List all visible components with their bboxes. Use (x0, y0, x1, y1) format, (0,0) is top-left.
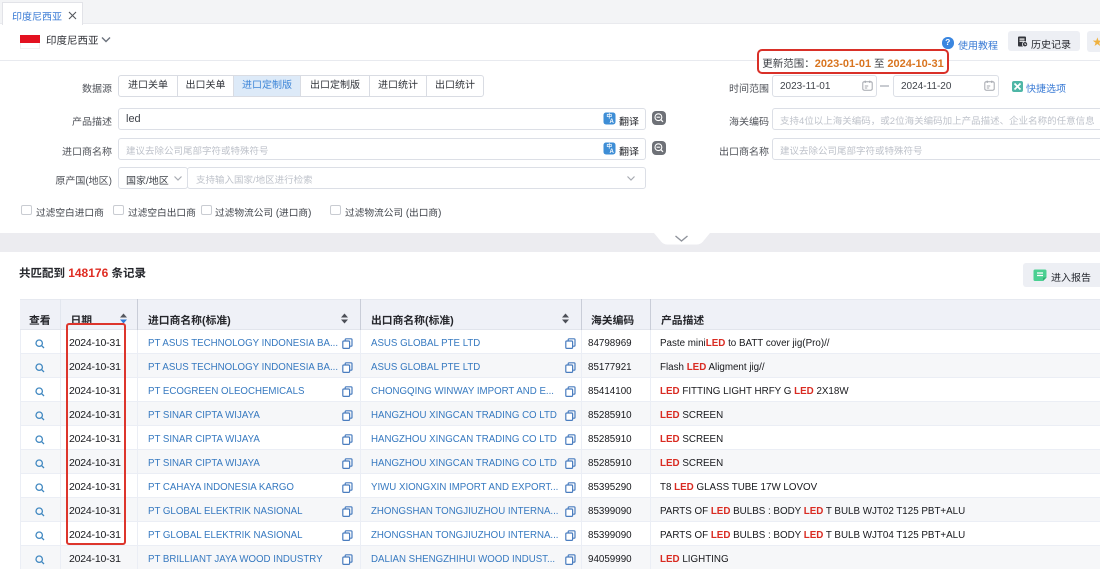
svg-text:A: A (610, 119, 615, 125)
svg-text:A: A (610, 149, 615, 155)
